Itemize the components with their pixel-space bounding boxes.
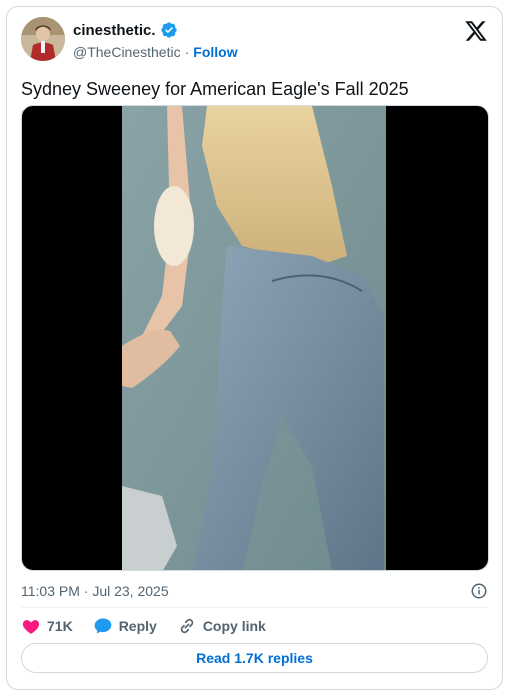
video-frame: [122, 106, 386, 570]
read-replies-button[interactable]: Read 1.7K replies: [21, 643, 488, 673]
reply-label: Reply: [118, 618, 157, 634]
info-icon[interactable]: [470, 582, 488, 600]
separator-dot: ·: [184, 44, 190, 60]
like-button[interactable]: 71K: [21, 616, 73, 636]
follow-button[interactable]: Follow: [193, 44, 237, 60]
copy-link-label: Copy link: [202, 618, 266, 634]
reply-button[interactable]: Reply: [93, 616, 157, 636]
action-bar: 71K Reply Copy link: [21, 615, 286, 637]
x-logo-icon[interactable]: [464, 19, 488, 43]
timestamp-row: 11:03 PM · Jul 23, 2025: [21, 581, 488, 601]
verified-badge-icon: [160, 21, 178, 39]
tweet-embed-card: cinesthetic. @TheCinesthetic · Follow Sy…: [6, 6, 503, 690]
speech-bubble-icon: [94, 618, 112, 634]
author-display-name[interactable]: cinesthetic.: [73, 22, 156, 39]
tweet-video[interactable]: [21, 105, 489, 571]
link-icon: [180, 618, 194, 634]
author-info: cinesthetic. @TheCinesthetic · Follow: [73, 20, 238, 62]
tweet-timestamp[interactable]: 11:03 PM · Jul 23, 2025: [21, 583, 169, 599]
like-count: 71K: [47, 618, 73, 634]
author-avatar[interactable]: [21, 17, 65, 61]
heart-icon: [22, 620, 40, 634]
divider: [21, 607, 488, 608]
author-handle[interactable]: @TheCinesthetic: [73, 44, 181, 60]
copy-link-button[interactable]: Copy link: [177, 616, 266, 636]
